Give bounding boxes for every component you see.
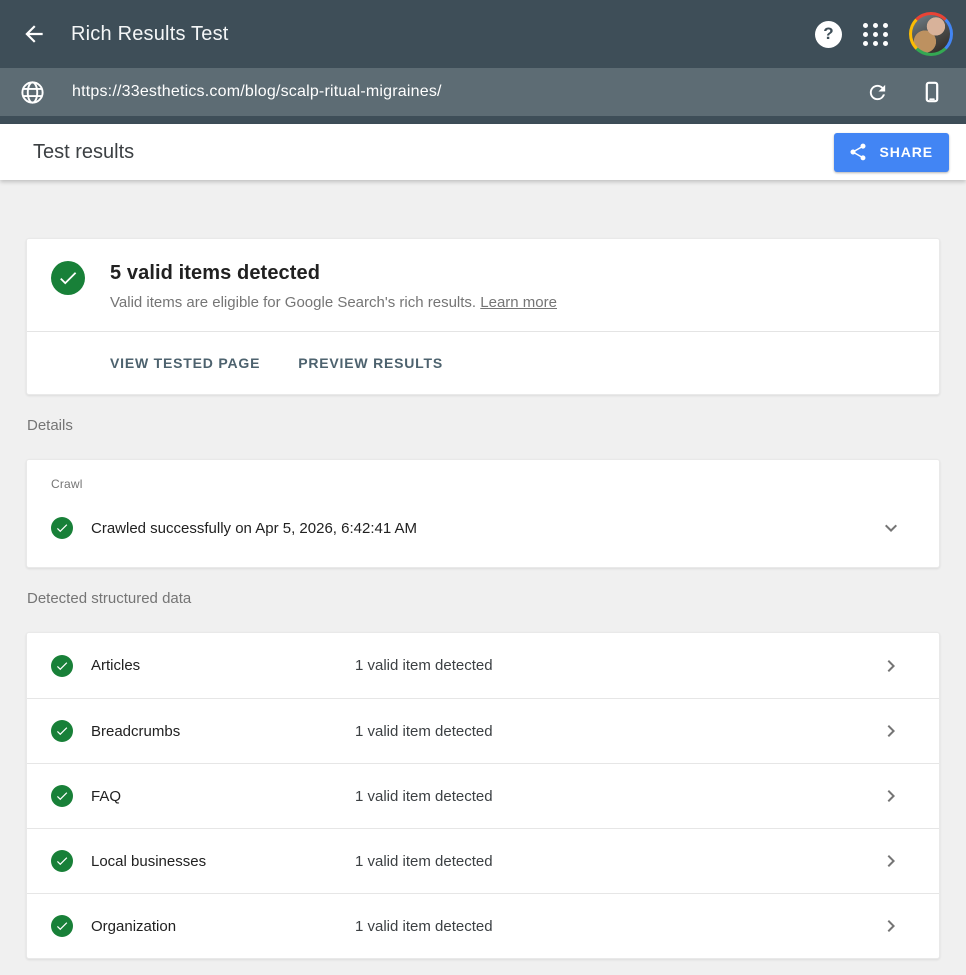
row-label: Breadcrumbs: [91, 723, 355, 740]
chevron-right-icon[interactable]: [879, 849, 903, 873]
structured-data-row-faq[interactable]: FAQ 1 valid item detected: [27, 763, 939, 828]
row-label: Organization: [91, 918, 355, 935]
tested-url: https://33esthetics.com/blog/scalp-ritua…: [72, 83, 866, 101]
question-mark-icon: ?: [823, 24, 833, 44]
structured-data-row-breadcrumbs[interactable]: Breadcrumbs 1 valid item detected: [27, 698, 939, 763]
app-header: Rich Results Test ? https://33esthetics.…: [0, 0, 966, 124]
structured-data-row-local-businesses[interactable]: Local businesses 1 valid item detected: [27, 828, 939, 893]
summary-card: 5 valid items detected Valid items are e…: [26, 238, 940, 395]
preview-results-button[interactable]: PREVIEW RESULTS: [285, 347, 456, 379]
row-status: 1 valid item detected: [355, 657, 879, 674]
arrow-back-icon: [21, 21, 47, 47]
summary-subtitle-text: Valid items are eligible for Google Sear…: [110, 294, 476, 311]
url-bar: https://33esthetics.com/blog/scalp-ritua…: [0, 68, 966, 116]
refresh-icon: [866, 81, 889, 104]
details-section-label: Details: [27, 417, 939, 434]
valid-check-icon: [51, 261, 85, 295]
check-circle-icon: [51, 720, 73, 742]
apps-grid-icon: [863, 23, 888, 46]
share-button-label: SHARE: [879, 144, 933, 160]
apps-grid-button[interactable]: [863, 23, 909, 46]
avatar-photo: [912, 15, 950, 53]
chevron-down-icon[interactable]: [879, 516, 903, 540]
smartphone-icon: [920, 80, 944, 104]
crawl-success-check-icon: [51, 517, 73, 539]
page-title: Test results: [33, 141, 834, 164]
row-label: FAQ: [91, 788, 355, 805]
chevron-right-icon[interactable]: [879, 914, 903, 938]
check-circle-icon: [51, 915, 73, 937]
structured-data-card: Articles 1 valid item detected Breadcrum…: [26, 632, 940, 959]
chevron-right-icon[interactable]: [879, 784, 903, 808]
crawl-card: Crawl Crawled successfully on Apr 5, 202…: [26, 459, 940, 568]
row-status: 1 valid item detected: [355, 918, 879, 935]
summary-header: 5 valid items detected Valid items are e…: [27, 239, 939, 331]
summary-title: 5 valid items detected: [110, 262, 557, 285]
row-status: 1 valid item detected: [355, 723, 879, 740]
structured-data-section-label: Detected structured data: [27, 590, 939, 607]
share-icon: [848, 142, 868, 162]
crawl-field-label: Crawl: [51, 477, 915, 491]
refresh-button[interactable]: [866, 81, 889, 104]
share-button[interactable]: SHARE: [834, 133, 949, 172]
mobile-preview-button[interactable]: [920, 80, 944, 104]
chevron-right-icon[interactable]: [879, 719, 903, 743]
check-circle-icon: [51, 850, 73, 872]
chevron-right-icon[interactable]: [879, 654, 903, 678]
content-area: 5 valid items detected Valid items are e…: [0, 180, 966, 959]
results-toolbar: Test results SHARE: [0, 124, 966, 180]
crawl-status-row[interactable]: Crawled successfully on Apr 5, 2026, 6:4…: [51, 513, 915, 543]
globe-icon: [19, 79, 46, 106]
summary-actions: VIEW TESTED PAGE PREVIEW RESULTS: [27, 331, 939, 394]
back-button[interactable]: [21, 21, 47, 47]
app-bar: Rich Results Test ?: [0, 0, 966, 68]
account-avatar[interactable]: [909, 12, 953, 56]
row-status: 1 valid item detected: [355, 853, 879, 870]
check-circle-icon: [51, 655, 73, 677]
summary-text: 5 valid items detected Valid items are e…: [110, 261, 557, 311]
row-label: Local businesses: [91, 853, 355, 870]
learn-more-link[interactable]: Learn more: [480, 294, 557, 311]
row-status: 1 valid item detected: [355, 788, 879, 805]
structured-data-row-organization[interactable]: Organization 1 valid item detected: [27, 893, 939, 958]
row-label: Articles: [91, 657, 355, 674]
structured-data-row-articles[interactable]: Articles 1 valid item detected: [27, 633, 939, 698]
help-button[interactable]: ?: [815, 21, 842, 48]
view-tested-page-button[interactable]: VIEW TESTED PAGE: [97, 347, 273, 379]
summary-subtitle: Valid items are eligible for Google Sear…: [110, 294, 557, 311]
crawl-status-text: Crawled successfully on Apr 5, 2026, 6:4…: [91, 520, 879, 537]
check-circle-icon: [51, 785, 73, 807]
app-title: Rich Results Test: [71, 23, 815, 46]
